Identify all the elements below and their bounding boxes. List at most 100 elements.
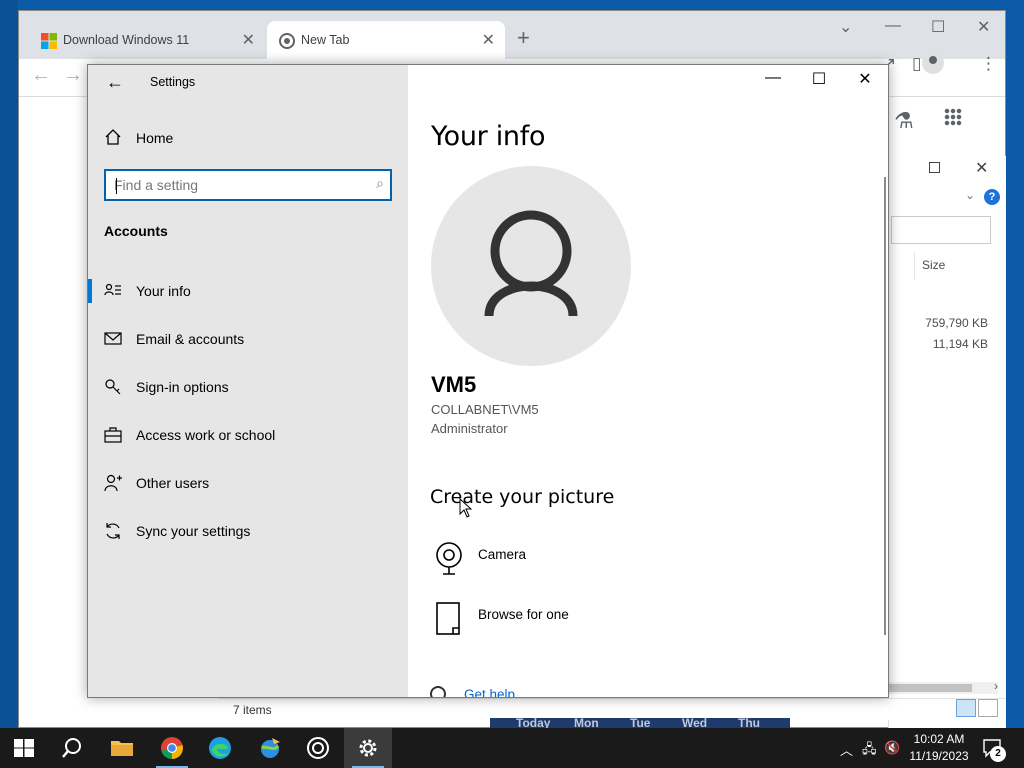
- network-icon[interactable]: 🖧: [862, 740, 877, 762]
- search-input[interactable]: [114, 176, 354, 194]
- chevron-down-icon[interactable]: ⌄: [965, 188, 975, 202]
- browse-option[interactable]: Browse for one: [430, 601, 650, 649]
- app-title: Settings: [150, 75, 196, 89]
- nav-item-sync-settings[interactable]: Sync your settings: [88, 511, 408, 551]
- option-label: Camera: [478, 547, 527, 562]
- close-icon[interactable]: ✕: [975, 158, 988, 178]
- option-label: Browse for one: [478, 607, 569, 622]
- explorer-search-box[interactable]: [891, 216, 991, 244]
- column-separator: [914, 252, 915, 280]
- clock-time: 10:02 AM: [913, 732, 965, 746]
- file-size: 759,790 KB: [925, 316, 988, 330]
- chrome-taskbar-button[interactable]: [148, 728, 196, 768]
- scroll-right-icon[interactable]: ›: [994, 679, 998, 693]
- windows-logo-icon: [14, 739, 34, 757]
- scrollbar-thumb[interactable]: [888, 684, 972, 692]
- briefcase-icon: [104, 427, 122, 443]
- tab-download-windows-11[interactable]: Download Windows 11 ✕: [29, 21, 265, 59]
- folder-icon: [111, 741, 133, 756]
- maximize-icon[interactable]: ☐: [796, 69, 842, 95]
- nav-item-other-users[interactable]: Other users: [88, 463, 408, 503]
- system-clock[interactable]: 10:02 AM 11/19/2023: [904, 731, 974, 765]
- close-icon[interactable]: ✕: [842, 69, 888, 95]
- home-link[interactable]: Home: [136, 130, 173, 146]
- home-icon[interactable]: [104, 128, 122, 146]
- profile-picture: [431, 166, 631, 366]
- nav-item-sign-in-options[interactable]: Sign-in options: [88, 367, 408, 407]
- notification-count-badge: 2: [990, 746, 1006, 762]
- minimize-icon[interactable]: —: [885, 17, 901, 35]
- profile-avatar-icon[interactable]: [922, 52, 944, 74]
- google-apps-icon[interactable]: [944, 108, 962, 126]
- explorer-status-bar: 7 items: [218, 698, 1006, 720]
- add-person-icon: [104, 474, 122, 492]
- size-column-header[interactable]: Size: [922, 258, 945, 272]
- chrome-tab-bar: Download Windows 11 ✕ New Tab ✕ + ⌄ — ☐ …: [19, 11, 1005, 59]
- nav-item-email-accounts[interactable]: Email & accounts: [88, 319, 408, 359]
- chrome-icon: [161, 737, 183, 759]
- search-icon[interactable]: ⌕: [376, 175, 384, 192]
- microsoft-logo-icon: [41, 33, 57, 49]
- taskbar: ︿ 🖧 🔇 10:02 AM 11/19/2023 2: [0, 728, 1024, 768]
- maximize-icon[interactable]: [929, 162, 940, 173]
- contact-card-icon: [104, 283, 121, 296]
- page-title: Your info: [431, 121, 546, 152]
- nav-item-label: Access work or school: [136, 427, 276, 443]
- globe-network-icon: [261, 738, 280, 758]
- new-tab-plus-icon[interactable]: +: [517, 25, 530, 51]
- nav-item-label: Your info: [136, 283, 191, 299]
- help-icon[interactable]: ?: [984, 189, 1000, 205]
- text-caret: [116, 178, 117, 194]
- clock-date: 11/19/2023: [909, 749, 969, 763]
- settings-nav-pane: ← Settings Home ⌕ Accounts Your info: [88, 65, 408, 697]
- close-tab-icon[interactable]: ✕: [482, 30, 495, 50]
- user-silhouette-icon: [484, 210, 578, 317]
- vertical-scrollbar[interactable]: [884, 177, 886, 635]
- nav-item-your-info[interactable]: Your info: [88, 271, 408, 311]
- labs-flask-icon[interactable]: ⚗: [894, 108, 914, 134]
- volume-muted-icon[interactable]: 🔇: [884, 740, 900, 756]
- gear-icon: [359, 739, 377, 757]
- tab-title: New Tab: [301, 33, 350, 47]
- nav-item-access-work-school[interactable]: Access work or school: [88, 415, 408, 455]
- large-icons-view-icon[interactable]: [978, 699, 998, 717]
- search-button[interactable]: [48, 728, 96, 768]
- network-app-taskbar-button[interactable]: [246, 728, 294, 768]
- edge-icon: [209, 737, 231, 759]
- media-player-icon: [307, 737, 329, 759]
- edge-taskbar-button[interactable]: [196, 728, 244, 768]
- side-panel-icon[interactable]: ▯: [912, 54, 921, 74]
- mail-icon: [104, 332, 122, 345]
- minimize-icon[interactable]: —: [750, 69, 796, 95]
- more-menu-icon[interactable]: ⋮: [980, 54, 997, 74]
- nav-item-label: Sign-in options: [136, 379, 229, 395]
- settings-taskbar-button[interactable]: [344, 728, 392, 768]
- maximize-icon[interactable]: ☐: [931, 17, 945, 37]
- tab-search-chevron-icon[interactable]: ⌄: [839, 17, 852, 37]
- show-hidden-icons-chevron-icon[interactable]: ︿: [840, 740, 853, 759]
- search-icon: [62, 738, 81, 758]
- sync-icon: [106, 523, 120, 539]
- back-arrow-icon[interactable]: ←: [106, 72, 124, 93]
- start-button[interactable]: [0, 728, 48, 768]
- close-tab-icon[interactable]: ✕: [242, 30, 255, 50]
- media-app-taskbar-button[interactable]: [294, 728, 342, 768]
- create-picture-heading: Create your picture: [430, 486, 615, 508]
- file-size: 11,194 KB: [932, 337, 988, 351]
- get-help-link[interactable]: Get help: [464, 687, 515, 697]
- find-setting-search-box[interactable]: ⌕: [104, 169, 392, 201]
- details-view-icon[interactable]: [956, 699, 976, 717]
- tab-new-tab[interactable]: New Tab ✕: [267, 21, 505, 59]
- mouse-cursor-icon: [459, 498, 473, 518]
- tab-title: Download Windows 11: [63, 33, 190, 47]
- item-count: 7 items: [233, 703, 272, 717]
- file-explorer-window: ✕ ⌄ ? Size 759,790 KB 11,194 KB: [888, 156, 1006, 728]
- file-icon: [436, 602, 460, 635]
- camera-option[interactable]: Camera: [430, 541, 650, 589]
- forward-arrow-icon[interactable]: →: [63, 64, 83, 87]
- key-icon: [105, 379, 121, 395]
- back-arrow-icon[interactable]: ←: [31, 64, 51, 87]
- close-icon[interactable]: ✕: [977, 17, 990, 37]
- camera-icon: [436, 542, 462, 575]
- file-explorer-taskbar-button[interactable]: [98, 728, 146, 768]
